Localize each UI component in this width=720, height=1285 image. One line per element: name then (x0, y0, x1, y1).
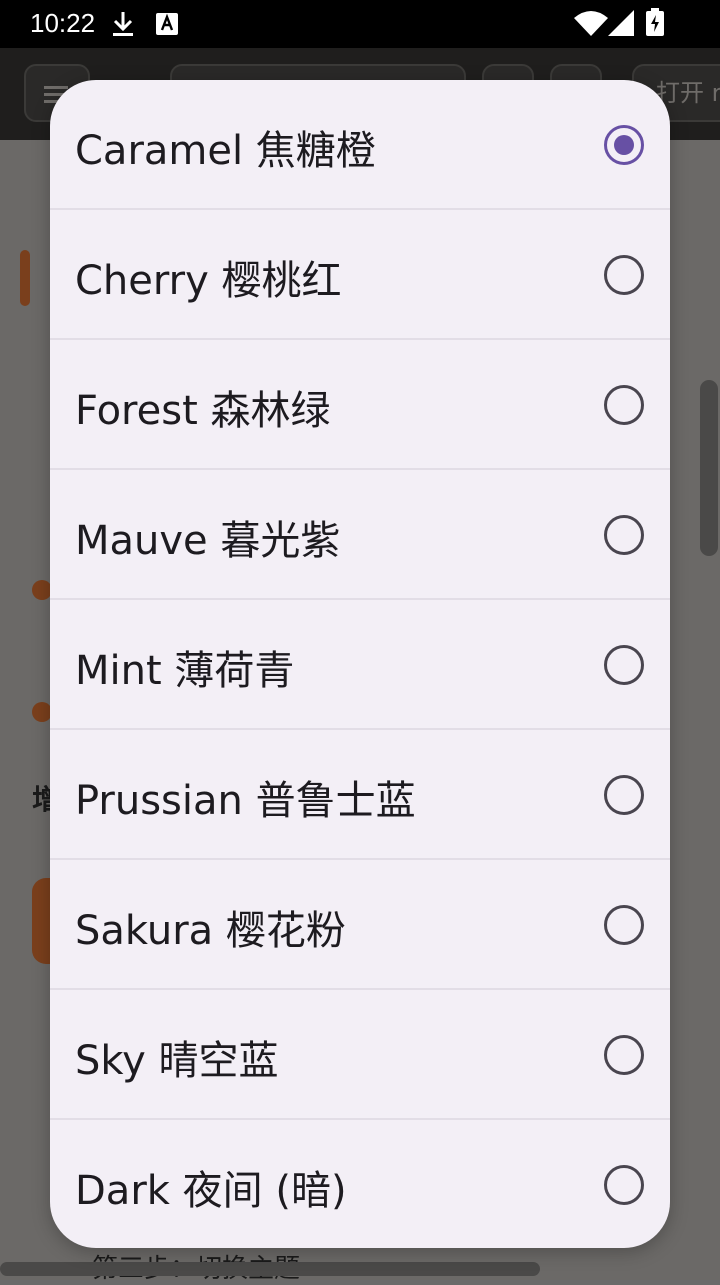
text-a-icon (156, 13, 178, 39)
cellular-signal-icon (608, 10, 634, 40)
theme-option-label: Mint 薄荷青 (75, 648, 295, 694)
radio-unselected-icon[interactable] (604, 1165, 644, 1205)
theme-option-label: Mauve 暮光紫 (75, 518, 341, 564)
background-horizontal-scrollbar (0, 1262, 540, 1276)
theme-option-label: Caramel 焦糖橙 (75, 128, 376, 174)
radio-unselected-icon[interactable] (604, 775, 644, 815)
theme-option-label: Prussian 普鲁士蓝 (75, 778, 416, 824)
radio-selected-icon[interactable] (604, 125, 644, 165)
radio-unselected-icon[interactable] (604, 905, 644, 945)
background-accent-bar (20, 250, 30, 306)
background-scrollbar (700, 380, 718, 556)
wifi-icon (574, 10, 608, 40)
status-bar: 10:22 (0, 0, 720, 48)
battery-charging-icon (646, 8, 664, 40)
theme-option-label: Sakura 樱花粉 (75, 908, 346, 954)
theme-option-sky[interactable]: Sky 晴空蓝 (50, 990, 670, 1120)
download-icon (110, 10, 136, 42)
status-time: 10:22 (30, 8, 96, 38)
radio-unselected-icon[interactable] (604, 385, 644, 425)
theme-option-prussian[interactable]: Prussian 普鲁士蓝 (50, 730, 670, 860)
theme-option-label: Dark 夜间 (暗) (75, 1168, 347, 1214)
theme-option-mauve[interactable]: Mauve 暮光紫 (50, 470, 670, 600)
radio-unselected-icon[interactable] (604, 255, 644, 295)
theme-option-mint[interactable]: Mint 薄荷青 (50, 600, 670, 730)
radio-unselected-icon[interactable] (604, 645, 644, 685)
theme-option-label: Sky 晴空蓝 (75, 1038, 279, 1084)
radio-unselected-icon[interactable] (604, 1035, 644, 1075)
theme-option-dark[interactable]: Dark 夜间 (暗) (50, 1120, 670, 1248)
background-bullet (32, 702, 52, 722)
radio-unselected-icon[interactable] (604, 515, 644, 555)
theme-option-forest[interactable]: Forest 森林绿 (50, 340, 670, 470)
theme-option-label: Forest 森林绿 (75, 388, 331, 434)
theme-option-caramel[interactable]: Caramel 焦糖橙 (50, 80, 670, 210)
theme-option-label: Cherry 樱桃红 (75, 258, 342, 304)
theme-selection-dialog: Caramel 焦糖橙 Cherry 樱桃红 Forest 森林绿 Mauve … (50, 80, 670, 1248)
background-bullet (32, 580, 52, 600)
theme-option-sakura[interactable]: Sakura 樱花粉 (50, 860, 670, 990)
theme-option-cherry[interactable]: Cherry 樱桃红 (50, 210, 670, 340)
